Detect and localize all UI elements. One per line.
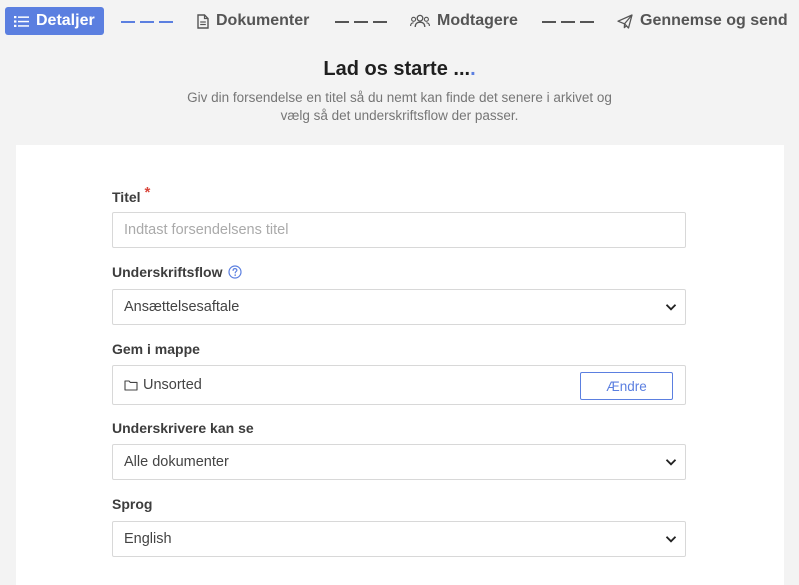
signers-can-see-select[interactable]: Alle dokumenter — [112, 444, 686, 480]
chevron-down-icon — [665, 536, 677, 543]
step-details[interactable]: Detaljer — [5, 7, 104, 35]
stepper: Detaljer Dokumenter Modtagere Gennemse o… — [0, 0, 799, 42]
step-connector — [335, 21, 387, 23]
page-title-dot: . — [470, 58, 476, 80]
title-input[interactable]: Indtast forsendelsens titel — [112, 212, 686, 248]
signing-flow-label-text: Underskriftsflow — [112, 264, 223, 280]
folder-value: Unsorted — [143, 377, 202, 393]
step-recipients[interactable]: Modtagere — [410, 7, 518, 35]
users-icon — [410, 14, 430, 28]
step-connector — [121, 21, 173, 23]
folder-icon — [124, 380, 138, 391]
send-icon — [617, 13, 633, 29]
subtitle-line-2: vælg så det underskriftsflow der passer. — [280, 108, 519, 123]
chevron-down-icon — [665, 304, 677, 311]
step-review-send[interactable]: Gennemse og send — [617, 7, 788, 35]
step-review-send-label: Gennemse og send — [640, 12, 788, 29]
step-documents[interactable]: Dokumenter — [197, 7, 309, 35]
signers-can-see-label: Underskrivere kan se — [112, 420, 254, 436]
page-title-text: Lad os starte ... — [323, 58, 471, 80]
step-recipients-label: Modtagere — [437, 12, 518, 29]
step-details-label: Detaljer — [36, 12, 95, 29]
language-label-text: Sprog — [112, 496, 153, 512]
step-connector — [542, 21, 594, 23]
help-icon[interactable] — [228, 265, 243, 279]
folder-label-text: Gem i mappe — [112, 341, 200, 357]
folder-field: Unsorted Ændre — [112, 365, 686, 405]
signing-flow-value: Ansættelsesaftale — [124, 299, 240, 315]
folder-label: Gem i mappe — [112, 341, 200, 357]
page-title: Lad os starte .... — [0, 58, 799, 81]
required-marker: * — [144, 184, 151, 201]
title-input-placeholder: Indtast forsendelsens titel — [124, 222, 289, 238]
details-form-card: Titel * Indtast forsendelsens titel Unde… — [16, 145, 784, 585]
signers-can-see-label-text: Underskrivere kan se — [112, 420, 254, 436]
step-documents-label: Dokumenter — [216, 12, 310, 29]
folder-display: Unsorted — [124, 366, 202, 404]
page-subtitle: Giv din forsendelse en titel så du nemt … — [170, 89, 629, 125]
title-label-text: Titel — [112, 188, 141, 205]
document-icon — [197, 13, 209, 29]
language-label: Sprog — [112, 496, 152, 512]
title-label: Titel * — [112, 184, 150, 205]
subtitle-line-1: Giv din forsendelse en titel så du nemt … — [187, 90, 612, 105]
signers-can-see-value: Alle dokumenter — [124, 454, 229, 470]
signing-flow-label: Underskriftsflow — [112, 264, 243, 280]
language-select[interactable]: English — [112, 521, 686, 557]
signing-flow-select[interactable]: Ansættelsesaftale — [112, 289, 686, 325]
change-folder-button[interactable]: Ændre — [580, 372, 673, 400]
language-value: English — [124, 531, 172, 547]
chevron-down-icon — [665, 459, 677, 466]
list-icon — [14, 15, 29, 27]
